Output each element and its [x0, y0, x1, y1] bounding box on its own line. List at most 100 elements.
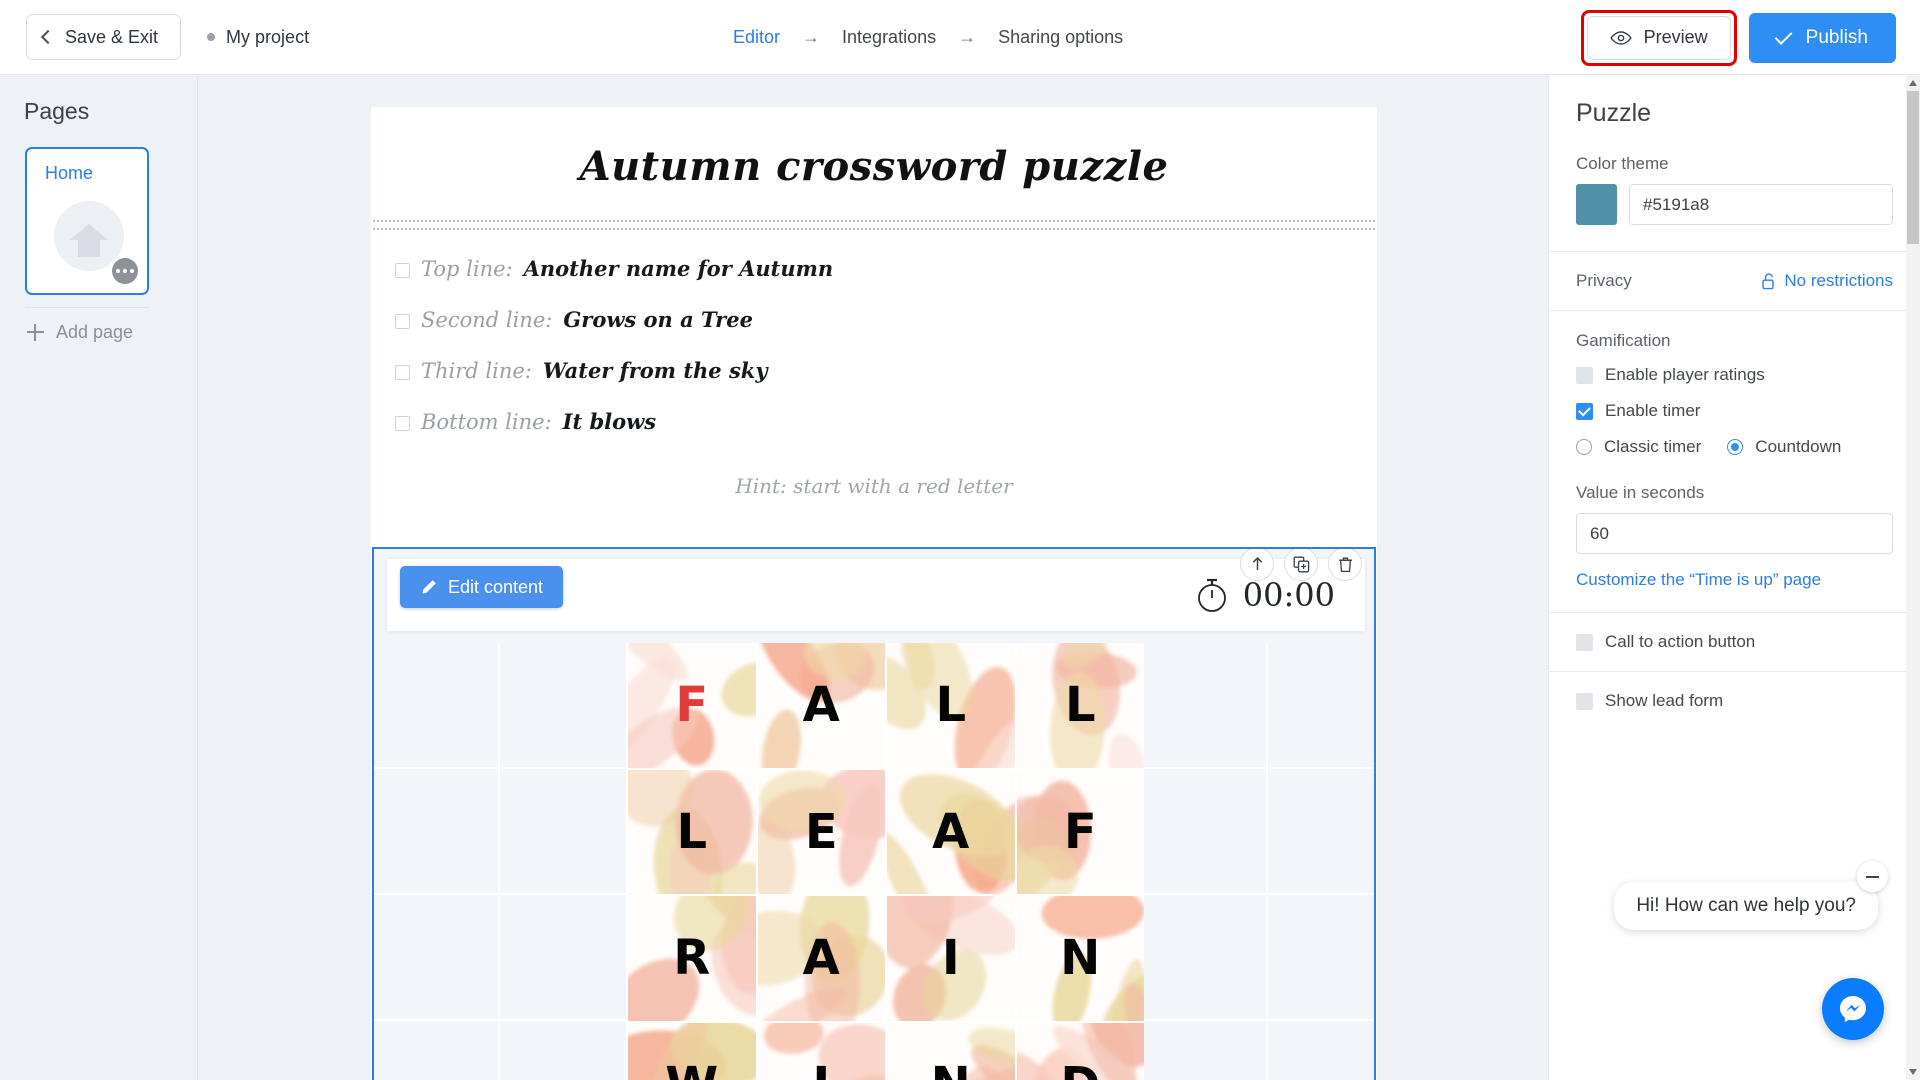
puzzle-tile[interactable]: F	[1016, 769, 1144, 894]
clue-checkbox[interactable]	[395, 314, 410, 329]
move-up-icon[interactable]	[1240, 549, 1274, 581]
messenger-icon[interactable]	[1822, 978, 1884, 1040]
puzzle-tile[interactable]: I	[757, 1022, 885, 1080]
enable-timer-label: Enable timer	[1605, 401, 1701, 420]
add-page-button[interactable]: Add page	[27, 322, 197, 343]
stopwatch-icon	[1197, 578, 1226, 612]
puzzle-tile-letter: F	[675, 677, 709, 734]
color-swatch[interactable]	[1576, 184, 1617, 225]
puzzle-tile-letter: E	[804, 803, 838, 860]
panel-title: Puzzle	[1576, 99, 1652, 127]
edit-content-label: Edit content	[448, 576, 544, 597]
save-and-exit-label: Save & Exit	[65, 26, 159, 47]
color-theme-input[interactable]	[1629, 184, 1893, 225]
puzzle-tile-letter: N	[1060, 930, 1101, 987]
puzzle-title[interactable]: Autumn crossword puzzle	[371, 107, 1377, 220]
puzzle-tile[interactable]: E	[757, 769, 885, 894]
timer-display: 00:00	[1195, 576, 1335, 614]
clue-item[interactable]: Top line: Another name for Autumn	[395, 256, 1377, 281]
privacy-setting-link[interactable]: No restrictions	[1761, 271, 1893, 291]
preview-label: Preview	[1643, 27, 1708, 47]
classic-timer-label: Classic timer	[1604, 437, 1702, 456]
minimize-icon[interactable]	[1857, 861, 1888, 892]
puzzle-tile[interactable]: F	[628, 643, 756, 768]
enable-timer-checkbox[interactable]	[1576, 402, 1593, 420]
call-to-action-checkbox[interactable]	[1576, 633, 1593, 651]
puzzle-tile-letter: L	[676, 803, 708, 860]
check-icon	[1774, 27, 1793, 45]
show-lead-form-checkbox[interactable]	[1576, 692, 1593, 710]
save-and-exit-button[interactable]: Save & Exit	[26, 14, 182, 60]
breadcrumb: Editor → Integrations → Sharing options	[733, 0, 1123, 75]
enable-player-ratings-label: Enable player ratings	[1605, 365, 1765, 384]
puzzle-tile[interactable]: A	[887, 769, 1015, 894]
puzzle-tile[interactable]: D	[1016, 1022, 1144, 1080]
cta-section: Call to action button	[1549, 613, 1920, 671]
countdown-radio[interactable]	[1727, 439, 1744, 455]
puzzle-tile[interactable]: N	[1016, 896, 1144, 1021]
page-options-menu-button[interactable]	[112, 258, 138, 284]
sidebar-divider	[25, 307, 149, 308]
show-lead-form-label: Show lead form	[1605, 691, 1724, 710]
puzzle-tile-letter: F	[1063, 803, 1097, 860]
breadcrumb-item-integrations[interactable]: Integrations	[842, 27, 936, 48]
clue-answer: It blows	[562, 409, 657, 434]
clue-answer: Grows on a Tree	[563, 307, 753, 332]
delete-icon[interactable]	[1328, 549, 1362, 581]
value-seconds-input[interactable]	[1576, 513, 1893, 554]
clue-checkbox[interactable]	[395, 416, 410, 431]
clue-checkbox[interactable]	[395, 365, 410, 380]
clue-label: Bottom line:	[421, 410, 552, 434]
breadcrumb-item-sharing-options[interactable]: Sharing options	[998, 27, 1123, 48]
scroll-down-icon[interactable]	[1906, 1064, 1920, 1080]
puzzle-tile[interactable]: I	[887, 896, 1015, 1021]
show-lead-form-row[interactable]: Show lead form	[1576, 691, 1893, 711]
edit-content-button[interactable]: Edit content	[400, 566, 564, 608]
enable-timer-row[interactable]: Enable timer	[1576, 401, 1893, 421]
puzzle-tile-letter: W	[665, 1057, 718, 1080]
clue-item[interactable]: Third line: Water from the sky	[395, 358, 1377, 383]
call-to-action-row[interactable]: Call to action button	[1576, 632, 1893, 652]
clue-answer: Another name for Autumn	[523, 256, 834, 281]
project-name-label: My project	[226, 26, 310, 47]
puzzle-tile[interactable]: L	[887, 643, 1015, 768]
clue-checkbox[interactable]	[395, 263, 410, 278]
puzzle-tile[interactable]: R	[628, 896, 756, 1021]
eye-icon	[1610, 30, 1632, 45]
puzzle-tile[interactable]: N	[887, 1022, 1015, 1080]
customize-time-is-up-link[interactable]: Customize the “Time is up” page	[1576, 570, 1821, 590]
clue-item[interactable]: Bottom line: It blows	[395, 409, 1377, 434]
sidebar-page-home[interactable]: Home	[25, 147, 149, 295]
project-name[interactable]: My project	[207, 27, 309, 48]
clue-item[interactable]: Second line: Grows on a Tree	[395, 307, 1377, 332]
preview-button[interactable]: Preview	[1586, 15, 1731, 60]
gamification-label: Gamification	[1576, 331, 1671, 350]
properties-panel: Puzzle Color theme Privacy No restrictio…	[1548, 75, 1920, 1080]
puzzle-tile[interactable]: A	[757, 643, 885, 768]
breadcrumb-item-editor[interactable]: Editor	[733, 27, 780, 48]
puzzle-block-selected[interactable]: Moves: 0 00:00 Edit content	[372, 547, 1376, 1080]
privacy-value: No restrictions	[1784, 271, 1893, 290]
page-scrollbar[interactable]	[1906, 75, 1920, 1080]
puzzle-grid[interactable]: F A L L L E A F R A I N W I N D	[628, 643, 1144, 1080]
color-theme-row	[1576, 184, 1893, 225]
puzzle-hint: Hint: start with a red letter	[735, 474, 1013, 498]
publish-button[interactable]: Publish	[1748, 12, 1896, 63]
privacy-row: Privacy No restrictions	[1549, 252, 1920, 310]
enable-player-ratings-row[interactable]: Enable player ratings	[1576, 365, 1893, 385]
scrollbar-thumb[interactable]	[1907, 91, 1919, 244]
puzzle-tile[interactable]: W	[628, 1022, 756, 1080]
timer-mode-row: Classic timer Countdown	[1576, 437, 1893, 457]
color-theme-section: Color theme	[1549, 154, 1920, 225]
duplicate-icon[interactable]	[1284, 549, 1318, 581]
classic-timer-radio[interactable]	[1576, 439, 1592, 455]
clue-label: Second line:	[421, 308, 553, 332]
enable-player-ratings-checkbox[interactable]	[1576, 366, 1593, 384]
scroll-up-icon[interactable]	[1906, 75, 1920, 91]
puzzle-tile[interactable]: L	[628, 769, 756, 894]
plus-icon	[27, 324, 44, 341]
puzzle-tile[interactable]: A	[757, 896, 885, 1021]
puzzle-tile-letter: I	[941, 930, 960, 987]
puzzle-tile[interactable]: L	[1016, 643, 1144, 768]
top-bar: Save & Exit My project Editor → Integrat…	[0, 0, 1920, 75]
